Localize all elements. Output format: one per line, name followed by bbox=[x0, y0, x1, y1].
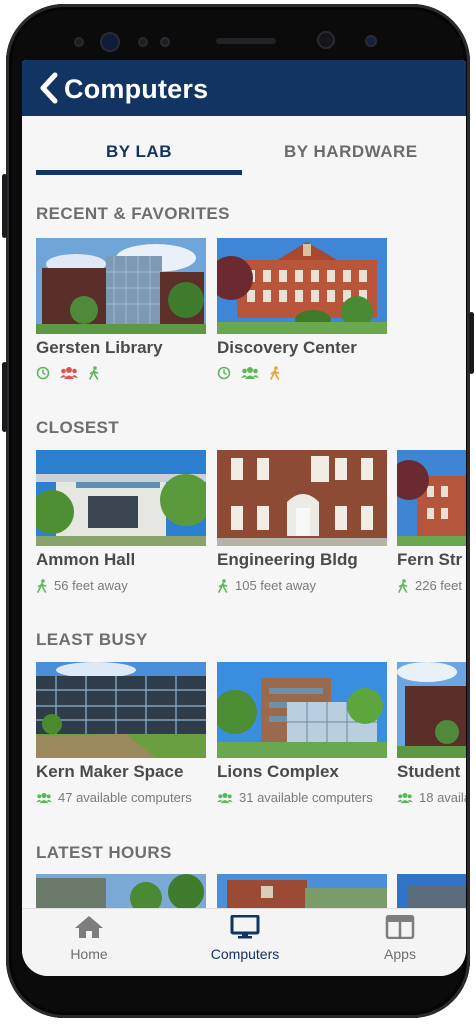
apps-icon bbox=[385, 914, 415, 940]
nav-computers[interactable]: Computers bbox=[195, 914, 295, 962]
group-icon bbox=[36, 792, 52, 803]
walk-icon bbox=[270, 366, 280, 380]
distance-meta: 105 feet away bbox=[217, 578, 316, 593]
app-bar: Computers bbox=[22, 60, 466, 116]
availability-text: 47 available computers bbox=[58, 790, 192, 805]
distance-text: 226 feet bbox=[415, 578, 462, 593]
lab-name: Ammon Hall bbox=[36, 550, 136, 569]
building-photo bbox=[36, 662, 206, 758]
volume-button bbox=[2, 174, 7, 238]
distance-text: 105 feet away bbox=[235, 578, 316, 593]
building-photo bbox=[217, 662, 387, 758]
tab-bar: BY LAB BY HARDWARE bbox=[22, 116, 466, 176]
nav-label-home: Home bbox=[70, 946, 108, 962]
lab-name: Discovery Center bbox=[217, 338, 357, 357]
front-camera bbox=[317, 31, 335, 49]
iris-sensor bbox=[100, 32, 120, 52]
lab-name: Kern Maker Space bbox=[36, 762, 184, 781]
walk-icon bbox=[37, 578, 47, 593]
section-title-closest: CLOSEST bbox=[36, 418, 120, 437]
app-screen: Computers BY LAB BY HARDWARE RECENT & FA… bbox=[22, 60, 466, 976]
bixby-button bbox=[2, 362, 7, 432]
active-tab-indicator bbox=[36, 170, 242, 175]
lab-status-icons bbox=[217, 366, 281, 380]
tab-by-hardware[interactable]: BY HARDWARE bbox=[284, 142, 418, 162]
distance-text: 56 feet away bbox=[54, 578, 128, 593]
lab-name: Gersten Library bbox=[36, 338, 163, 357]
phone-frame: Computers BY LAB BY HARDWARE RECENT & FA… bbox=[2, 4, 474, 1018]
lab-status-icons bbox=[36, 366, 100, 380]
bottom-navigation: Home Computers Apps bbox=[22, 908, 466, 976]
clock-icon bbox=[217, 366, 231, 380]
proximity-sensor bbox=[138, 37, 148, 47]
monitor-icon bbox=[230, 914, 260, 939]
building-photo bbox=[217, 450, 387, 546]
availability-text: 18 availa bbox=[419, 790, 466, 805]
lab-name: Engineering Bldg bbox=[217, 550, 358, 569]
group-icon bbox=[60, 367, 78, 379]
walk-icon bbox=[89, 366, 99, 380]
availability-text: 31 available computers bbox=[239, 790, 373, 805]
lab-name: Student bbox=[397, 762, 461, 781]
nav-apps[interactable]: Apps bbox=[350, 914, 450, 962]
building-photo bbox=[397, 662, 466, 758]
building-photo bbox=[36, 450, 206, 546]
walk-icon bbox=[218, 578, 228, 593]
earpiece-speaker bbox=[216, 38, 276, 44]
distance-meta: 226 feet bbox=[397, 578, 462, 593]
clock-icon bbox=[36, 366, 50, 380]
building-photo bbox=[397, 874, 466, 908]
power-button bbox=[469, 312, 474, 374]
light-sensor bbox=[160, 37, 170, 47]
group-icon bbox=[397, 792, 413, 803]
group-icon bbox=[217, 792, 233, 803]
group-icon bbox=[241, 367, 259, 379]
nav-label-computers: Computers bbox=[210, 946, 280, 962]
section-title-least-busy: LEAST BUSY bbox=[36, 630, 148, 649]
walk-icon bbox=[398, 578, 408, 593]
section-title-latest-hours: LATEST HOURS bbox=[36, 843, 172, 862]
availability-meta: 31 available computers bbox=[217, 790, 373, 805]
building-photo bbox=[36, 238, 206, 334]
content-clip: Computers BY LAB BY HARDWARE RECENT & FA… bbox=[22, 60, 466, 976]
availability-meta: 47 available computers bbox=[36, 790, 192, 805]
nav-home[interactable]: Home bbox=[39, 915, 139, 962]
nav-label-apps: Apps bbox=[384, 946, 416, 962]
building-photo bbox=[397, 450, 466, 546]
home-icon bbox=[75, 916, 103, 938]
distance-meta: 56 feet away bbox=[36, 578, 128, 593]
front-sensor bbox=[74, 37, 84, 47]
building-photo bbox=[217, 874, 387, 908]
back-chevron-icon[interactable] bbox=[36, 72, 62, 104]
section-title-recent: RECENT & FAVORITES bbox=[36, 204, 230, 223]
building-photo bbox=[36, 874, 206, 908]
lab-name: Lions Complex bbox=[217, 762, 339, 781]
building-photo bbox=[217, 238, 387, 334]
iris-camera bbox=[365, 35, 377, 47]
tab-by-lab[interactable]: BY LAB bbox=[106, 142, 172, 162]
page-title: Computers bbox=[64, 74, 209, 104]
availability-meta: 18 availa bbox=[397, 790, 466, 805]
lab-name: Fern Str bbox=[397, 550, 463, 569]
